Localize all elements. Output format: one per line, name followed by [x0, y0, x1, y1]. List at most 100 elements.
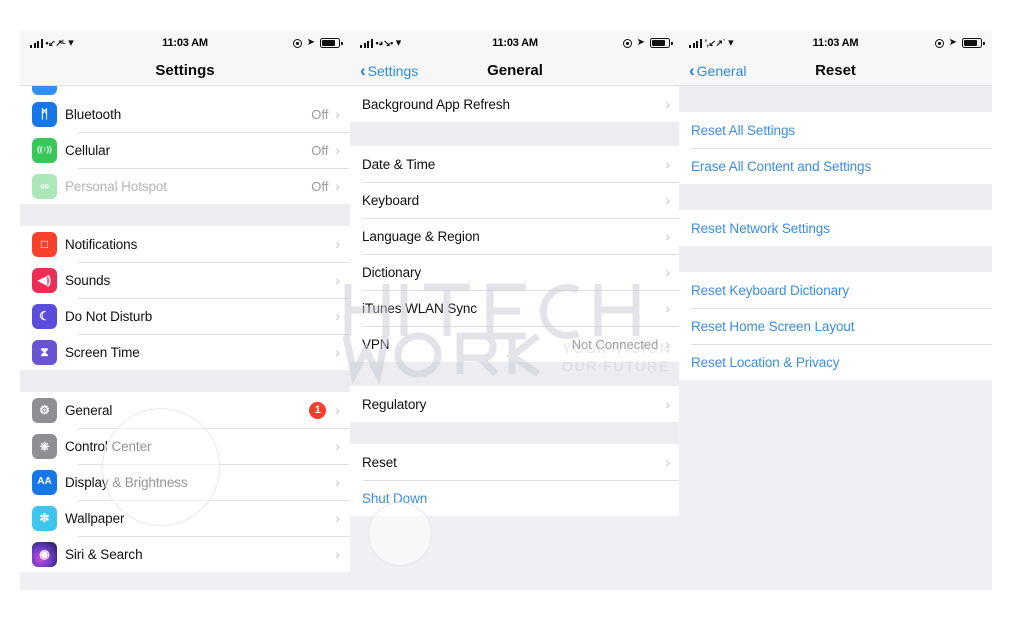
do-not-disturb-icon	[934, 38, 944, 48]
status-bar: •↙↗ᴸ ▾ 11:03 AM ➤	[20, 30, 350, 56]
list-item-label: Cellular	[65, 142, 110, 158]
list-item-label: Reset Location & Privacy	[691, 354, 840, 370]
chevron-right-icon: ›	[665, 454, 670, 470]
chevron-right-icon: ›	[335, 236, 340, 252]
wallpaper-icon: ✻	[32, 505, 57, 531]
settings-group: Reset Keyboard Dictionary Reset Home Scre…	[679, 272, 992, 380]
section-gap	[350, 422, 680, 444]
screenshot-root: •↙↗ᴸ ▾ 11:03 AM ➤ Settings ᛗ Bluetooth Off…	[0, 0, 1024, 640]
list-item-label: Display & Brightness	[65, 474, 188, 490]
list-item-label: Notifications	[65, 236, 138, 252]
location-arrow-icon: ➤	[948, 37, 957, 48]
list-item[interactable]: iTunes WLAN Sync ›	[350, 290, 680, 326]
siri-search-icon: ◉	[32, 541, 57, 567]
list-item-value: Not Connected	[571, 336, 659, 352]
list-item-label: iTunes WLAN Sync	[362, 300, 477, 316]
list-item[interactable]: Dictionary ›	[350, 254, 680, 290]
list-item[interactable]: □ Notifications ›	[20, 226, 350, 262]
general-gear-icon: ⚙	[32, 397, 57, 423]
list-item[interactable]: Reset Network Settings	[679, 210, 992, 246]
battery-icon	[962, 38, 985, 48]
back-button-settings[interactable]: ‹ Settings	[360, 62, 418, 79]
chevron-right-icon: ›	[335, 178, 340, 194]
chevron-right-icon: ›	[335, 272, 340, 288]
sounds-icon: ◀)	[32, 267, 57, 293]
settings-group: ⚙ General 1 › ⎈ Control Center › AA Display & Br…	[20, 392, 350, 572]
list-item[interactable]: Shut Down	[350, 480, 680, 516]
phone-screen-settings: •↙↗ᴸ ▾ 11:03 AM ➤ Settings ᛗ Bluetooth Off…	[20, 30, 350, 590]
list-item[interactable]: ∞ Personal Hotspot Off ›	[20, 168, 350, 204]
status-bar-right: ➤	[622, 38, 673, 48]
display-brightness-icon: AA	[32, 469, 57, 495]
list-item[interactable]: Reset ›	[350, 444, 680, 480]
settings-group: Date & Time › Keyboard › Language & Region › D…	[350, 146, 680, 362]
back-button-general[interactable]: ‹ General	[689, 62, 746, 79]
chevron-left-icon: ‹	[360, 61, 366, 80]
list-item[interactable]: ✻ Wallpaper ›	[20, 500, 350, 536]
chevron-right-icon: ›	[665, 156, 670, 172]
list-item[interactable]: Keyboard ›	[350, 182, 680, 218]
list-item[interactable]: Erase All Content and Settings	[679, 148, 992, 184]
notifications-icon: □	[32, 231, 57, 257]
personal-hotspot-icon: ∞	[32, 173, 57, 199]
status-bar: •◕↘• ▾ 11:03 AM ➤	[350, 30, 680, 56]
list-item[interactable]: Reset Home Screen Layout	[679, 308, 992, 344]
list-item-label: Dictionary	[362, 264, 422, 280]
list-item[interactable]: ((↑)) Cellular Off ›	[20, 132, 350, 168]
list-item[interactable]: Language & Region ›	[350, 218, 680, 254]
list-item[interactable]: ◉ Siri & Search ›	[20, 536, 350, 572]
nav-bar: Settings	[20, 56, 350, 86]
section-gap	[20, 204, 350, 226]
settings-group: Reset › Shut Down	[350, 444, 680, 516]
list-item-label: Background App Refresh	[362, 96, 510, 112]
list-item-label: Reset	[362, 454, 397, 470]
settings-group: ᛗ Bluetooth Off › ((↑)) Cellular Off › ∞ Personal…	[20, 96, 350, 204]
list-item[interactable]: Date & Time ›	[350, 146, 680, 182]
list-item-label: Do Not Disturb	[65, 308, 153, 324]
list-item[interactable]: AA Display & Brightness ›	[20, 464, 350, 500]
list-item-label: Date & Time	[362, 156, 436, 172]
screen-time-icon: ⧗	[32, 339, 57, 365]
list-item[interactable]: Regulatory ›	[350, 386, 680, 422]
chevron-right-icon: ›	[335, 308, 340, 324]
list-item[interactable]: ◀) Sounds ›	[20, 262, 350, 298]
list-item[interactable]: Background App Refresh ›	[350, 86, 680, 122]
chevron-right-icon: ›	[335, 344, 340, 360]
back-button-label: Settings	[367, 62, 419, 79]
section-gap	[679, 86, 992, 112]
chevron-right-icon: ›	[665, 336, 670, 352]
chevron-right-icon: ›	[665, 96, 670, 112]
control-center-icon: ⎈	[32, 433, 57, 459]
reset-list[interactable]: Reset All Settings Erase All Content and …	[679, 86, 992, 590]
chevron-right-icon: ›	[335, 402, 340, 418]
chevron-right-icon: ›	[665, 396, 670, 412]
section-gap	[350, 122, 680, 146]
list-item[interactable]: ᛗ Bluetooth Off ›	[20, 96, 350, 132]
list-item-label: General	[65, 402, 113, 418]
list-item-label: VPN	[362, 336, 390, 352]
list-item[interactable]: ⎈ Control Center ›	[20, 428, 350, 464]
list-item-label: Reset Network Settings	[691, 220, 830, 236]
cellular-icon: ((↑))	[32, 137, 57, 163]
list-item[interactable]: ☾ Do Not Disturb ›	[20, 298, 350, 334]
general-list[interactable]: Background App Refresh › Date & Time › Keybo…	[350, 86, 680, 590]
phone-screen-general: •◕↘• ▾ 11:03 AM ➤ ‹ Settings General Bac…	[350, 30, 680, 590]
chevron-right-icon: ›	[335, 546, 340, 562]
list-item[interactable]: ⚙ General 1 ›	[20, 392, 350, 428]
battery-icon	[320, 38, 343, 48]
settings-list[interactable]: ᛗ Bluetooth Off › ((↑)) Cellular Off › ∞ Personal…	[20, 86, 350, 590]
list-item[interactable]: ⧗ Screen Time ›	[20, 334, 350, 370]
chevron-right-icon: ›	[665, 228, 670, 244]
chevron-right-icon: ›	[335, 106, 340, 122]
phone-screen-reset: ’,↙↗ˋ ▾ 11:03 AM ➤ ‹ General Reset Reset…	[679, 30, 992, 590]
settings-group: Background App Refresh ›	[350, 86, 680, 122]
list-item-label: Sounds	[65, 272, 111, 288]
chevron-right-icon: ›	[335, 438, 340, 454]
list-item[interactable]: Reset Location & Privacy	[679, 344, 992, 380]
chevron-right-icon: ›	[665, 300, 670, 316]
list-item[interactable]: VPN Not Connected ›	[350, 326, 680, 362]
list-item[interactable]: Reset Keyboard Dictionary	[679, 272, 992, 308]
section-gap	[20, 370, 350, 392]
list-item-label: Reset Home Screen Layout	[691, 318, 855, 334]
list-item[interactable]: Reset All Settings	[679, 112, 992, 148]
